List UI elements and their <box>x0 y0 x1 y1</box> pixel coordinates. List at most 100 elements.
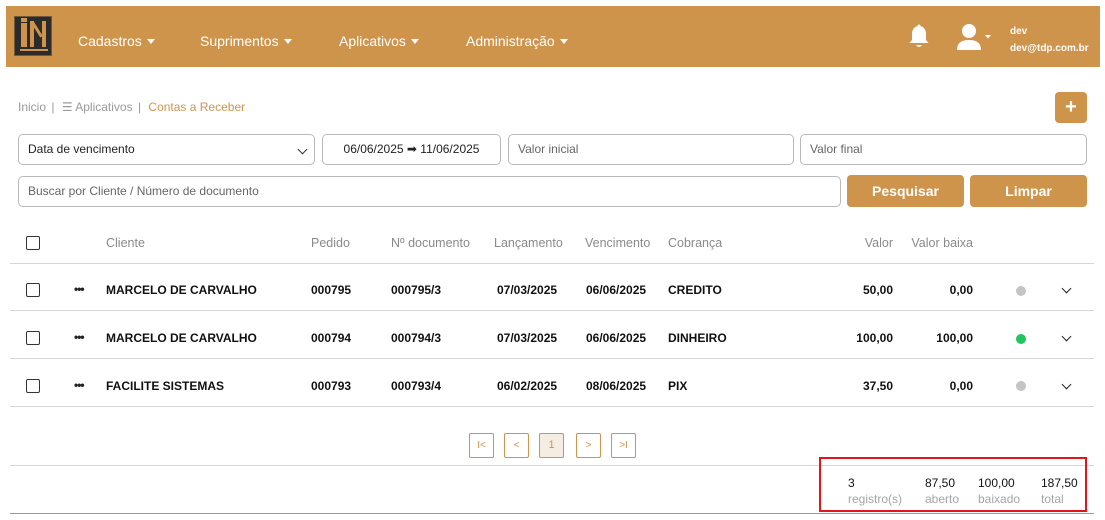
date-range-field[interactable]: 06/06/2025 ➡ 11/06/2025 <box>322 134 501 165</box>
table-divider <box>10 358 1094 359</box>
cell-documento: 000793/4 <box>391 379 442 393</box>
menu-aplicativos-label: Aplicativos <box>339 33 406 49</box>
cell-valor: 100,00 <box>856 331 893 345</box>
date-type-select[interactable]: Data de vencimento <box>18 134 315 165</box>
menu-administracao[interactable]: Administração <box>466 33 568 49</box>
first-page-button[interactable]: I< <box>469 433 494 458</box>
breadcrumb-current: Contas a Receber <box>148 100 246 114</box>
expand-chevron-icon[interactable] <box>1061 331 1072 342</box>
menu-administracao-label: Administração <box>466 33 555 49</box>
expand-chevron-icon[interactable] <box>1061 283 1072 294</box>
breadcrumb-separator: | <box>48 100 55 114</box>
logo-dot <box>21 18 27 22</box>
menu-cadastros-label: Cadastros <box>78 33 142 49</box>
cell-lancamento: 07/03/2025 <box>497 283 558 297</box>
cell-valor: 50,00 <box>862 283 893 297</box>
row-checkbox[interactable] <box>26 331 40 345</box>
list-icon: ☰ <box>61 100 73 114</box>
summary-total-label: total <box>1041 492 1064 506</box>
next-page-button[interactable]: > <box>576 433 601 458</box>
menu-cadastros[interactable]: Cadastros <box>78 33 155 49</box>
summary-baixado-label: baixado <box>978 492 1021 506</box>
cell-pedido: 000794 <box>311 331 352 345</box>
status-dot <box>1016 381 1026 391</box>
breadcrumb-apps[interactable]: Aplicativos <box>75 100 132 114</box>
valor-inicial-input[interactable]: Valor inicial <box>508 134 794 165</box>
cell-cobranca: CREDITO <box>668 283 722 297</box>
column-header-cliente[interactable]: Cliente <box>106 236 145 250</box>
footer-bottom-border <box>10 513 1094 514</box>
summary-registros-value: 3 <box>848 476 855 490</box>
expand-chevron-icon[interactable] <box>1061 379 1072 390</box>
more-options-icon[interactable]: ••• <box>74 378 85 392</box>
cell-cliente: FACILITE SISTEMAS <box>106 379 225 393</box>
logo-letter-i <box>21 23 27 47</box>
last-page-button[interactable]: >I <box>611 433 636 458</box>
column-header-valor[interactable]: Valor <box>833 236 893 250</box>
chevron-down-icon <box>559 39 568 44</box>
cell-lancamento: 06/02/2025 <box>497 379 558 393</box>
row-checkbox[interactable] <box>26 283 40 297</box>
cell-valor-baixa: 0,00 <box>949 283 973 297</box>
menu-aplicativos[interactable]: Aplicativos <box>339 33 419 49</box>
column-header-documento[interactable]: Nº documento <box>391 236 470 250</box>
cell-cliente: MARCELO DE CARVALHO <box>106 283 257 297</box>
user-email: dev@tdp.com.br <box>1010 43 1089 54</box>
date-type-value: Data de vencimento <box>28 142 135 156</box>
column-header-vencimento[interactable]: Vencimento <box>585 236 650 250</box>
status-dot <box>1016 334 1026 344</box>
breadcrumb-separator: | <box>134 100 142 114</box>
notification-bell-icon[interactable] <box>907 24 931 50</box>
column-header-cobranca[interactable]: Cobrança <box>668 236 722 250</box>
chevron-down-icon <box>146 39 155 44</box>
user-name: dev <box>1010 26 1028 37</box>
date-range-value: 06/06/2025 ➡ 11/06/2025 <box>343 142 480 156</box>
column-header-pedido[interactable]: Pedido <box>311 236 350 250</box>
more-options-icon[interactable]: ••• <box>74 282 85 296</box>
cell-pedido: 000793 <box>311 379 352 393</box>
cell-pedido: 000795 <box>311 283 352 297</box>
table-divider <box>10 263 1094 264</box>
summary-aberto-label: aberto <box>925 492 960 506</box>
cell-vencimento: 06/06/2025 <box>586 331 647 345</box>
summary-registros-label: registro(s) <box>848 492 903 506</box>
cell-vencimento: 08/06/2025 <box>586 379 647 393</box>
current-page-button[interactable]: 1 <box>539 433 564 458</box>
summary-baixado-value: 100,00 <box>978 476 1015 490</box>
valor-final-input[interactable]: Valor final <box>800 134 1087 165</box>
status-dot <box>1016 286 1026 296</box>
cell-documento: 000795/3 <box>391 283 442 297</box>
logo-underline <box>20 49 48 51</box>
summary-aberto-value: 87,50 <box>925 476 956 490</box>
more-options-icon[interactable]: ••• <box>74 330 85 344</box>
chevron-down-icon <box>283 39 292 44</box>
column-header-valor-baixa[interactable]: Valor baixa <box>900 236 973 250</box>
search-button[interactable]: Pesquisar <box>847 175 964 207</box>
add-button[interactable]: + <box>1055 92 1087 123</box>
breadcrumb-home[interactable]: Inicio <box>18 100 46 114</box>
cell-valor-baixa: 0,00 <box>949 379 973 393</box>
menu-suprimentos-label: Suprimentos <box>200 33 279 49</box>
search-input[interactable]: Buscar por Cliente / Número de documento <box>18 176 841 207</box>
chevron-down-icon <box>410 39 419 44</box>
prev-page-button[interactable]: < <box>504 433 529 458</box>
table-divider <box>10 310 1094 311</box>
cell-cliente: MARCELO DE CARVALHO <box>106 331 257 345</box>
cell-valor: 37,50 <box>862 379 893 393</box>
menu-suprimentos[interactable]: Suprimentos <box>200 33 292 49</box>
cell-cobranca: PIX <box>668 379 688 393</box>
clear-button[interactable]: Limpar <box>970 175 1087 207</box>
app-logo[interactable] <box>14 16 52 56</box>
cell-documento: 000794/3 <box>391 331 442 345</box>
chevron-down-icon <box>297 144 308 155</box>
cell-cobranca: DINHEIRO <box>668 331 727 345</box>
row-checkbox[interactable] <box>26 379 40 393</box>
cell-valor-baixa: 100,00 <box>936 331 973 345</box>
cell-lancamento: 07/03/2025 <box>497 331 558 345</box>
select-all-checkbox[interactable] <box>26 236 40 250</box>
logo-letter-n <box>30 21 46 47</box>
table-divider <box>10 406 1094 407</box>
breadcrumb: Inicio | ☰ Aplicativos | Contas a Recebe… <box>18 100 245 114</box>
user-avatar-icon[interactable] <box>956 22 996 52</box>
column-header-lancamento[interactable]: Lançamento <box>494 236 563 250</box>
